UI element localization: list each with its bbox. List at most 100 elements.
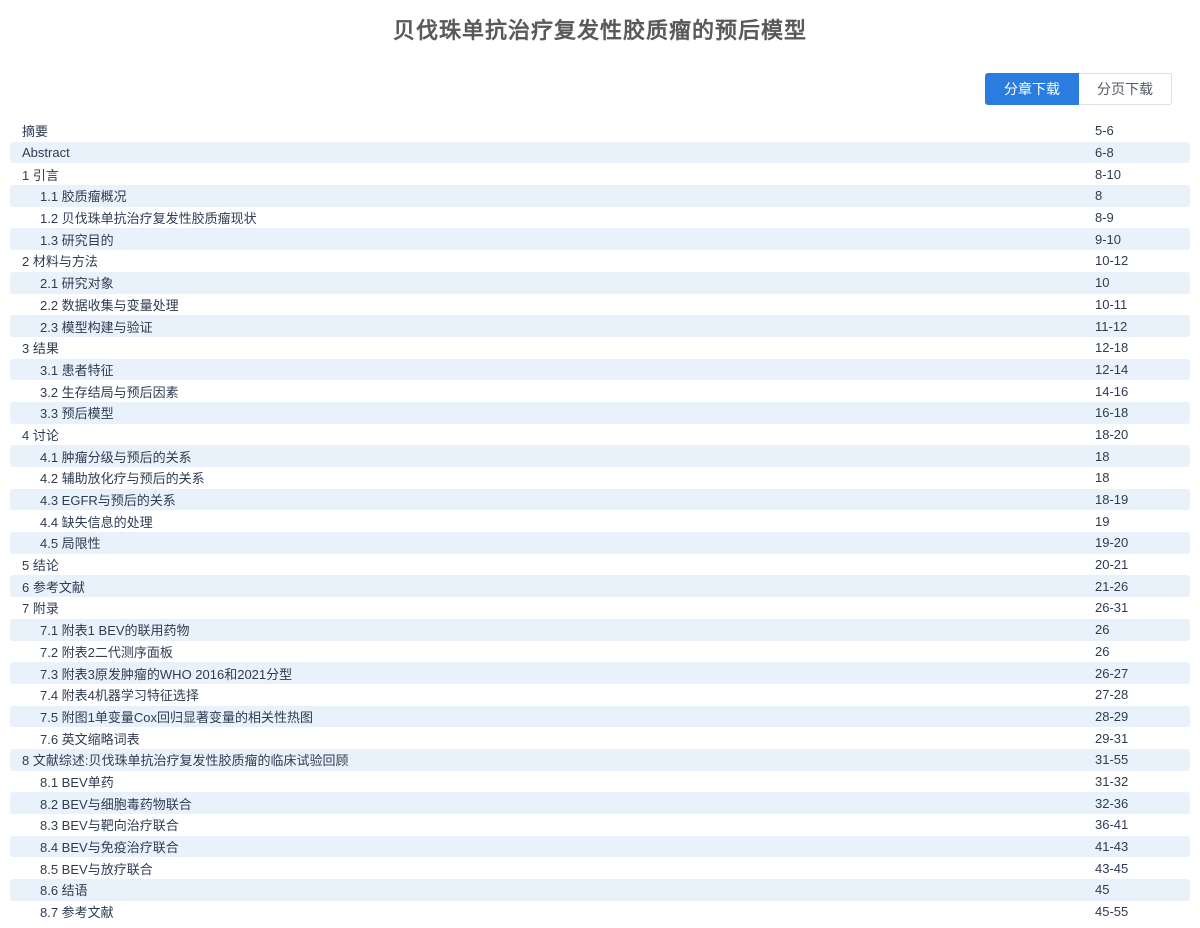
toc-row-pages: 9-10 xyxy=(1095,232,1121,247)
toc-row-pages: 20-21 xyxy=(1095,557,1128,572)
toc-row[interactable]: 1.2 贝伐珠单抗治疗复发性胶质瘤现状 8-9 xyxy=(10,207,1190,229)
toc-row-label: 7.5 附图1单变量Cox回归显著变量的相关性热图 xyxy=(10,707,313,726)
toc-row-pages: 27-28 xyxy=(1095,687,1128,702)
toc-row-label: 7.2 附表2二代测序面板 xyxy=(10,642,173,661)
toc-row-label: 3.3 预后模型 xyxy=(10,403,114,422)
toc-row-label: 4.3 EGFR与预后的关系 xyxy=(10,490,176,509)
toc-row-label: 4.2 辅助放化疗与预后的关系 xyxy=(10,468,205,487)
toc-row-label: 4.4 缺失信息的处理 xyxy=(10,512,153,531)
toc-row-pages: 6-8 xyxy=(1095,145,1114,160)
toc-row[interactable]: 7.4 附表4机器学习特征选择 27-28 xyxy=(10,684,1190,706)
toc-row-label: 8.3 BEV与靶向治疗联合 xyxy=(10,815,179,834)
toc-row-label: 1.3 研究目的 xyxy=(10,230,114,249)
toc-row[interactable]: 8.4 BEV与免疫治疗联合 41-43 xyxy=(10,836,1190,858)
toc-row-pages: 8 xyxy=(1095,188,1102,203)
toc-row-label: 1.1 胶质瘤概况 xyxy=(10,186,127,205)
toc-row-label: 4 讨论 xyxy=(10,425,59,444)
toc-row-label: 8.5 BEV与放疗联合 xyxy=(10,859,153,878)
toc-row-pages: 10 xyxy=(1095,275,1109,290)
toc-row[interactable]: 3.1 患者特征 12-14 xyxy=(10,359,1190,381)
toc-row[interactable]: 7.1 附表1 BEV的联用药物 26 xyxy=(10,619,1190,641)
toc-row[interactable]: 8.1 BEV单药 31-32 xyxy=(10,771,1190,793)
toc-row-label: 8.7 参考文献 xyxy=(10,902,114,921)
toc-row-pages: 19 xyxy=(1095,514,1109,529)
toc-row-pages: 10-11 xyxy=(1095,297,1127,312)
toc-row-pages: 8-10 xyxy=(1095,167,1121,182)
toc-row[interactable]: 8.2 BEV与细胞毒药物联合 32-36 xyxy=(10,792,1190,814)
toc-row-label: 5 结论 xyxy=(10,555,59,574)
toc-row-pages: 31-55 xyxy=(1095,752,1128,767)
toc-row[interactable]: 3.2 生存结局与预后因素 14-16 xyxy=(10,380,1190,402)
toc-row[interactable]: 1 引言 8-10 xyxy=(10,163,1190,185)
toc-row[interactable]: 4.3 EGFR与预后的关系 18-19 xyxy=(10,489,1190,511)
page-download-button[interactable]: 分页下载 xyxy=(1079,73,1172,105)
toc-row-label: 7 附录 xyxy=(10,598,59,617)
toc-row-pages: 26 xyxy=(1095,644,1109,659)
toc-row[interactable]: 2 材料与方法 10-12 xyxy=(10,250,1190,272)
toc-row-pages: 18-19 xyxy=(1095,492,1128,507)
toc-row[interactable]: 8.7 参考文献 45-55 xyxy=(10,901,1190,923)
toc-row-pages: 5-6 xyxy=(1095,123,1114,138)
toc-row-label: 8.4 BEV与免疫治疗联合 xyxy=(10,837,179,856)
toc-row[interactable]: 4.1 肿瘤分级与预后的关系 18 xyxy=(10,445,1190,467)
toc-row-pages: 26-27 xyxy=(1095,666,1128,681)
toc-row-pages: 12-14 xyxy=(1095,362,1128,377)
toc-row[interactable]: 6 参考文献 21-26 xyxy=(10,575,1190,597)
toc-row-pages: 14-16 xyxy=(1095,384,1128,399)
toc-row-pages: 18 xyxy=(1095,449,1109,464)
toc-row[interactable]: 2.1 研究对象 10 xyxy=(10,272,1190,294)
toc-row[interactable]: 3 结果 12-18 xyxy=(10,337,1190,359)
toc-row[interactable]: 7.6 英文缩略词表 29-31 xyxy=(10,727,1190,749)
page-title: 贝伐珠单抗治疗复发性胶质瘤的预后模型 xyxy=(0,0,1200,45)
toc-row[interactable]: 7 附录 26-31 xyxy=(10,597,1190,619)
toc-row-label: 2.2 数据收集与变量处理 xyxy=(10,295,179,314)
toc-row-label: 8.1 BEV单药 xyxy=(10,772,114,791)
toc-row-pages: 18 xyxy=(1095,470,1109,485)
toc-row[interactable]: 8.3 BEV与靶向治疗联合 36-41 xyxy=(10,814,1190,836)
toc-row[interactable]: 4 讨论 18-20 xyxy=(10,424,1190,446)
chapter-download-button[interactable]: 分章下载 xyxy=(985,73,1079,105)
toc-row-pages: 21-26 xyxy=(1095,579,1128,594)
toc-row-pages: 8-9 xyxy=(1095,210,1114,225)
toc-row[interactable]: Abstract 6-8 xyxy=(10,142,1190,164)
toc-row-pages: 43-45 xyxy=(1095,861,1128,876)
toc-row-label: 1 引言 xyxy=(10,165,59,184)
toc-row[interactable]: 7.5 附图1单变量Cox回归显著变量的相关性热图 28-29 xyxy=(10,706,1190,728)
toc-row-label: 摘要 xyxy=(10,121,48,140)
toc-row[interactable]: 7.2 附表2二代测序面板 26 xyxy=(10,641,1190,663)
toc-row-pages: 18-20 xyxy=(1095,427,1128,442)
toc-row[interactable]: 8.6 结语 45 xyxy=(10,879,1190,901)
toc-row-label: 2.3 模型构建与验证 xyxy=(10,317,153,336)
toc-row-pages: 36-41 xyxy=(1095,817,1128,832)
toc-row[interactable]: 8.5 BEV与放疗联合 43-45 xyxy=(10,857,1190,879)
toc-list: 摘要 5-6 Abstract 6-8 1 引言 8-10 1.1 胶质瘤概况 … xyxy=(10,120,1190,922)
toc-row-label: 3.1 患者特征 xyxy=(10,360,114,379)
toc-row-pages: 29-31 xyxy=(1095,731,1128,746)
toc-row[interactable]: 8 文献综述:贝伐珠单抗治疗复发性胶质瘤的临床试验回顾 31-55 xyxy=(10,749,1190,771)
toc-row-pages: 12-18 xyxy=(1095,340,1128,355)
toc-row-pages: 28-29 xyxy=(1095,709,1128,724)
toc-row[interactable]: 3.3 预后模型 16-18 xyxy=(10,402,1190,424)
toc-row-label: 4.5 局限性 xyxy=(10,533,101,552)
toc-row-label: 8.2 BEV与细胞毒药物联合 xyxy=(10,794,192,813)
toc-row-label: 2.1 研究对象 xyxy=(10,273,114,292)
toc-row[interactable]: 4.2 辅助放化疗与预后的关系 18 xyxy=(10,467,1190,489)
toc-row-pages: 45 xyxy=(1095,882,1109,897)
toc-row[interactable]: 1.1 胶质瘤概况 8 xyxy=(10,185,1190,207)
toc-row[interactable]: 2.3 模型构建与验证 11-12 xyxy=(10,315,1190,337)
toc-row-pages: 45-55 xyxy=(1095,904,1128,919)
toc-row[interactable]: 5 结论 20-21 xyxy=(10,554,1190,576)
toc-row-label: 7.1 附表1 BEV的联用药物 xyxy=(10,620,190,639)
toc-row-label: 3.2 生存结局与预后因素 xyxy=(10,382,179,401)
toc-row-pages: 19-20 xyxy=(1095,535,1128,550)
toc-row-pages: 10-12 xyxy=(1095,253,1128,268)
toc-row-pages: 32-36 xyxy=(1095,796,1128,811)
toc-row[interactable]: 4.4 缺失信息的处理 19 xyxy=(10,510,1190,532)
toc-row[interactable]: 4.5 局限性 19-20 xyxy=(10,532,1190,554)
toc-row[interactable]: 7.3 附表3原发肿瘤的WHO 2016和2021分型 26-27 xyxy=(10,662,1190,684)
toc-row[interactable]: 2.2 数据收集与变量处理 10-11 xyxy=(10,294,1190,316)
toc-row[interactable]: 摘要 5-6 xyxy=(10,120,1190,142)
toc-row-label: 7.6 英文缩略词表 xyxy=(10,729,140,748)
toc-row[interactable]: 1.3 研究目的 9-10 xyxy=(10,228,1190,250)
toc-row-label: 7.3 附表3原发肿瘤的WHO 2016和2021分型 xyxy=(10,664,292,683)
